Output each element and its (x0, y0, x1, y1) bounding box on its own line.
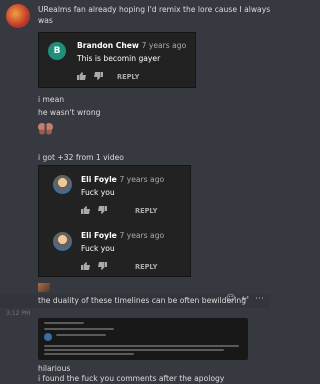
youtube-comment-embed: B Brandon Chew 7 years ago This is becom… (38, 32, 196, 88)
reply-button[interactable]: REPLY (135, 263, 157, 271)
reply-icon[interactable]: ↩ (241, 294, 249, 304)
comment-text: Fuck you (81, 244, 115, 253)
comment-text: This is becomin gayer (77, 54, 161, 63)
thumbs-up-icon[interactable] (81, 262, 90, 272)
thumbs-up-icon[interactable] (81, 206, 90, 216)
message-text: was (38, 16, 53, 25)
screenshot-avatar (44, 333, 52, 341)
message-text: URealms fan already hoping I'd remix the… (38, 5, 271, 14)
comment-author[interactable]: Eli Foyle 7 years ago (81, 231, 164, 240)
commenter-avatar: B (48, 42, 66, 60)
thumbs-up-icon[interactable] (77, 72, 86, 82)
youtube-comments-embed: Eli Foyle 7 years ago Fuck you REPLY Eli… (38, 165, 191, 277)
message-text: the duality of these timelines can be of… (38, 296, 247, 305)
comment-author[interactable]: Eli Foyle 7 years ago (81, 175, 164, 184)
comment-author[interactable]: Brandon Chew 7 years ago (77, 41, 186, 50)
message-text: hilarious (38, 364, 71, 373)
thumbs-down-icon[interactable] (94, 72, 103, 82)
commenter-avatar (53, 232, 72, 251)
message-text: he wasn't wrong (38, 108, 101, 117)
comment-time: 7 years ago (119, 231, 165, 240)
comment-time: 7 years ago (119, 175, 165, 184)
reply-button[interactable]: REPLY (117, 73, 139, 81)
comment-time: 7 years ago (141, 41, 187, 50)
thumbs-down-icon[interactable] (98, 262, 107, 272)
image-thumbnail[interactable] (38, 283, 50, 292)
avatar-letter: B (53, 46, 61, 56)
message-text: i mean (38, 95, 65, 104)
reply-button[interactable]: REPLY (135, 207, 157, 215)
comment-text: Fuck you (81, 188, 115, 197)
screenshot-image-embed[interactable] (38, 318, 248, 360)
message-text: i got +32 from 1 video (38, 153, 124, 162)
add-reaction-icon[interactable]: ☺ (226, 294, 235, 304)
moth-emoji-icon (38, 122, 53, 135)
message-text: i found the fuck you comments after the … (38, 374, 225, 383)
commenter-avatar (53, 175, 72, 194)
thumbs-down-icon[interactable] (98, 206, 107, 216)
more-icon[interactable]: ⋯ (255, 294, 264, 304)
message-timestamp: 3:12 PM (6, 310, 31, 317)
user-avatar[interactable] (6, 4, 30, 28)
